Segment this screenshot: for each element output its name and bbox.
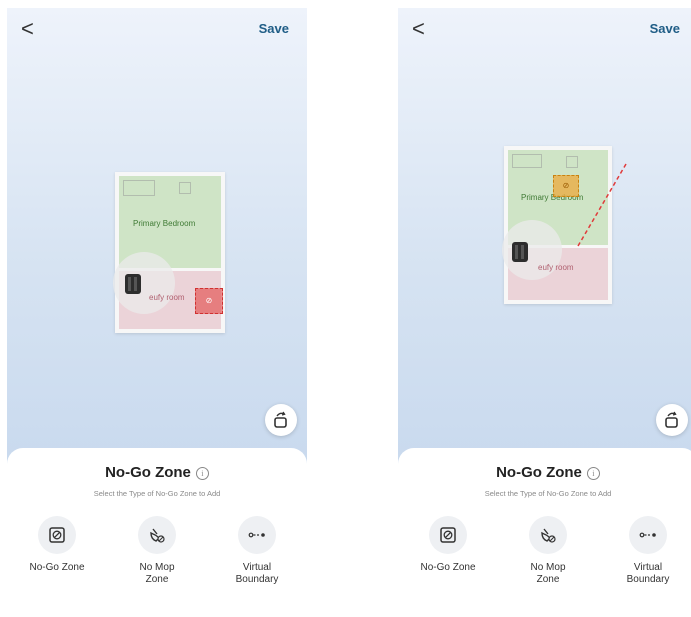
back-button[interactable]: < — [21, 18, 34, 40]
save-button[interactable]: Save — [259, 21, 289, 36]
option-virtual-boundary[interactable]: Virtual Boundary — [217, 516, 297, 586]
room-label-primary-bedroom: Primary Bedroom — [133, 219, 196, 228]
phone-screen-right: < Save Primary Bedroom ⊘ eufy room No-Go… — [398, 8, 691, 617]
option-circle — [529, 516, 567, 554]
robot-scan-area — [113, 252, 175, 314]
no-go-zone-area[interactable]: ⊘ — [195, 288, 223, 314]
option-circle — [138, 516, 176, 554]
rotate-map-button[interactable] — [265, 404, 297, 436]
rotate-icon — [665, 411, 678, 428]
furniture-outline — [179, 182, 191, 194]
furniture-outline — [566, 156, 578, 168]
virtual-boundary-icon — [639, 532, 656, 538]
option-label: No Mop Zone — [139, 562, 175, 585]
option-label: No-Go Zone — [29, 562, 85, 573]
option-label: No Mop Zone — [530, 562, 566, 585]
map-area[interactable]: < Save Primary Bedroom eufy room ⊘ — [7, 8, 307, 478]
panel-title: No-Go Zone — [496, 464, 582, 481]
no-mop-icon: ⊘ — [562, 181, 570, 190]
no-go-zone-icon — [49, 527, 65, 543]
panel-subtitle: Select the Type of No-Go Zone to Add — [484, 489, 612, 498]
room-label-eufy-room: eufy room — [149, 293, 185, 302]
no-go-icon: ⊘ — [205, 296, 213, 305]
phone-screen-left: < Save Primary Bedroom eufy room ⊘ No-Go… — [7, 8, 307, 617]
robot-vacuum-icon — [512, 242, 528, 262]
floor-map: Primary Bedroom ⊘ eufy room — [502, 146, 612, 304]
no-go-zone-icon — [440, 527, 456, 543]
panel-title-row: No-Go Zone i — [398, 464, 691, 482]
option-circle — [629, 516, 667, 554]
virtual-boundary-icon — [248, 532, 265, 538]
option-no-mop-zone[interactable]: No Mop Zone — [508, 516, 588, 586]
floor-map: Primary Bedroom eufy room ⊘ — [113, 172, 225, 333]
bottom-panel: No-Go Zone i Select the Type of No-Go Zon… — [398, 448, 691, 617]
rotate-icon — [274, 411, 287, 428]
info-icon[interactable]: i — [195, 467, 209, 480]
option-no-go-zone[interactable]: No-Go Zone — [17, 516, 97, 574]
furniture-outline — [512, 154, 542, 168]
option-circle — [38, 516, 76, 554]
room-label-eufy-room: eufy room — [538, 263, 574, 272]
panel-title-row: No-Go Zone i — [7, 464, 307, 482]
panel-subtitle: Select the Type of No-Go Zone to Add — [93, 489, 221, 498]
option-virtual-boundary[interactable]: Virtual Boundary — [608, 516, 688, 586]
option-label: Virtual Boundary — [626, 562, 670, 585]
back-button[interactable]: < — [412, 18, 425, 40]
panel-title: No-Go Zone — [105, 464, 191, 481]
map-area[interactable]: < Save Primary Bedroom ⊘ eufy room — [398, 8, 691, 478]
info-icon[interactable]: i — [586, 467, 600, 480]
option-label: No-Go Zone — [420, 562, 476, 573]
option-label: Virtual Boundary — [235, 562, 279, 585]
rotate-map-button[interactable] — [656, 404, 688, 436]
no-mop-zone-icon — [541, 528, 556, 543]
option-no-go-zone[interactable]: No-Go Zone — [408, 516, 488, 574]
bottom-panel: No-Go Zone i Select the Type of No-Go Zon… — [7, 448, 307, 617]
option-no-mop-zone[interactable]: No Mop Zone — [117, 516, 197, 586]
no-mop-zone-icon — [150, 528, 165, 543]
no-mop-zone-area[interactable]: ⊘ — [553, 175, 579, 197]
furniture-outline — [123, 180, 155, 196]
save-button[interactable]: Save — [650, 21, 680, 36]
option-circle — [238, 516, 276, 554]
robot-vacuum-icon — [125, 274, 141, 294]
option-circle — [429, 516, 467, 554]
